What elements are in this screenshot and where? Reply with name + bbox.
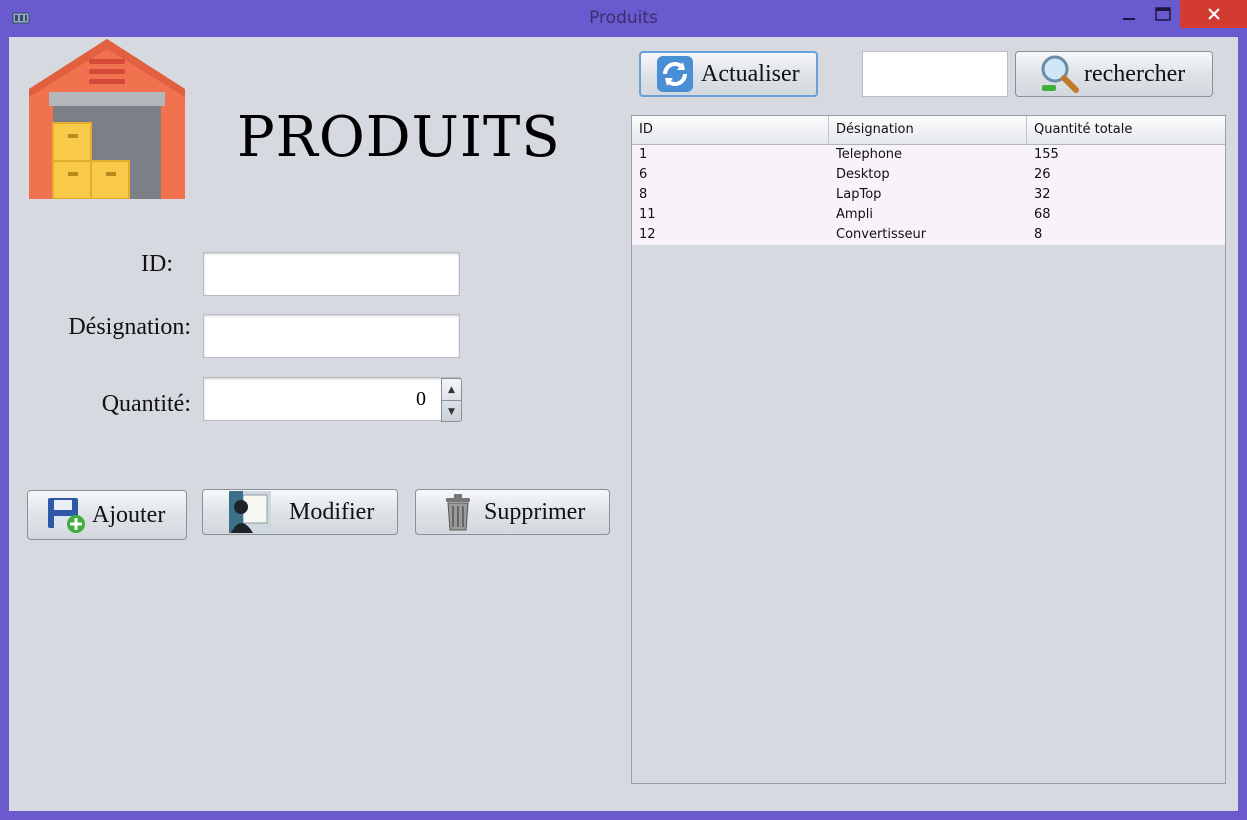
cell-id: 6	[639, 167, 648, 182]
magnifier-icon	[1041, 55, 1079, 93]
designation-field[interactable]	[203, 314, 460, 358]
id-field[interactable]	[203, 252, 460, 296]
cell-quantite: 32	[1034, 187, 1051, 202]
column-header-designation[interactable]: Désignation	[829, 116, 1027, 144]
products-table[interactable]: ID Désignation Quantité totale 1 Telepho…	[631, 115, 1226, 784]
spinner-buttons: ▲ ▼	[441, 378, 462, 422]
table-row[interactable]: 11 Ampli 68	[632, 205, 1225, 225]
warehouse-icon	[29, 39, 185, 199]
refresh-icon	[657, 56, 693, 92]
chevron-down-icon: ▼	[448, 406, 455, 417]
table-row[interactable]: 1 Telephone 155	[632, 145, 1225, 165]
modifier-label: Modifier	[289, 498, 375, 525]
close-button[interactable]	[1180, 0, 1247, 28]
modifier-button[interactable]: Modifier	[202, 489, 398, 535]
maximize-button[interactable]	[1146, 0, 1180, 28]
designation-label: Désignation:	[68, 314, 191, 340]
ajouter-button[interactable]: Ajouter	[27, 490, 187, 540]
maximize-icon	[1155, 7, 1171, 21]
rechercher-button[interactable]: rechercher	[1015, 51, 1213, 97]
cell-quantite: 68	[1034, 207, 1051, 222]
cell-id: 1	[639, 147, 648, 162]
close-icon	[1207, 8, 1220, 20]
search-input[interactable]	[862, 51, 1008, 97]
cell-id: 11	[639, 207, 656, 222]
table-row[interactable]: 8 LapTop 32	[632, 185, 1225, 205]
cell-designation: Ampli	[836, 207, 874, 222]
actualiser-label: Actualiser	[701, 60, 800, 87]
person-document-icon	[229, 491, 271, 533]
trash-icon	[446, 494, 470, 531]
table-row[interactable]: 6 Desktop 26	[632, 165, 1225, 185]
quantite-value: 0	[416, 388, 426, 410]
window-title: Produits	[589, 8, 658, 28]
title-bar: Produits	[0, 0, 1247, 37]
id-label: ID:	[141, 251, 173, 277]
column-header-id[interactable]: ID	[632, 116, 829, 144]
cell-quantite: 26	[1034, 167, 1051, 182]
minimize-icon	[1123, 18, 1135, 20]
table-header: ID Désignation Quantité totale	[632, 116, 1225, 145]
supprimer-button[interactable]: Supprimer	[415, 489, 610, 535]
main-panel: PRODUITS ID: Désignation: Quantité: 0 ▲ …	[9, 37, 1238, 811]
app-window: Produits PRODUITS ID: Désignation: Quant…	[0, 0, 1247, 820]
cell-id: 12	[639, 227, 656, 242]
spinner-down-button[interactable]: ▼	[442, 401, 461, 422]
cell-quantite: 8	[1034, 227, 1043, 242]
page-title: PRODUITS	[237, 105, 561, 170]
table-row[interactable]: 12 Convertisseur 8	[632, 225, 1225, 245]
table-body: 1 Telephone 155 6 Desktop 26 8 LapTop 32…	[632, 145, 1225, 245]
minimize-button[interactable]	[1112, 0, 1146, 28]
supprimer-label: Supprimer	[484, 498, 586, 525]
chevron-up-icon: ▲	[448, 384, 455, 395]
cell-quantite: 155	[1034, 147, 1059, 162]
cell-id: 8	[639, 187, 648, 202]
spinner-up-button[interactable]: ▲	[442, 379, 461, 401]
column-header-quantite-totale[interactable]: Quantité totale	[1027, 116, 1225, 144]
actualiser-button[interactable]: Actualiser	[639, 51, 818, 97]
cell-designation: Desktop	[836, 167, 890, 182]
rechercher-label: rechercher	[1084, 60, 1186, 87]
quantite-label: Quantité:	[101, 391, 191, 417]
cell-designation: LapTop	[836, 187, 882, 202]
save-add-icon	[48, 498, 85, 533]
ajouter-label: Ajouter	[92, 501, 166, 528]
cell-designation: Convertisseur	[836, 227, 927, 242]
quantite-spinner[interactable]: 0 ▲ ▼	[203, 377, 462, 422]
cell-designation: Telephone	[836, 147, 903, 162]
